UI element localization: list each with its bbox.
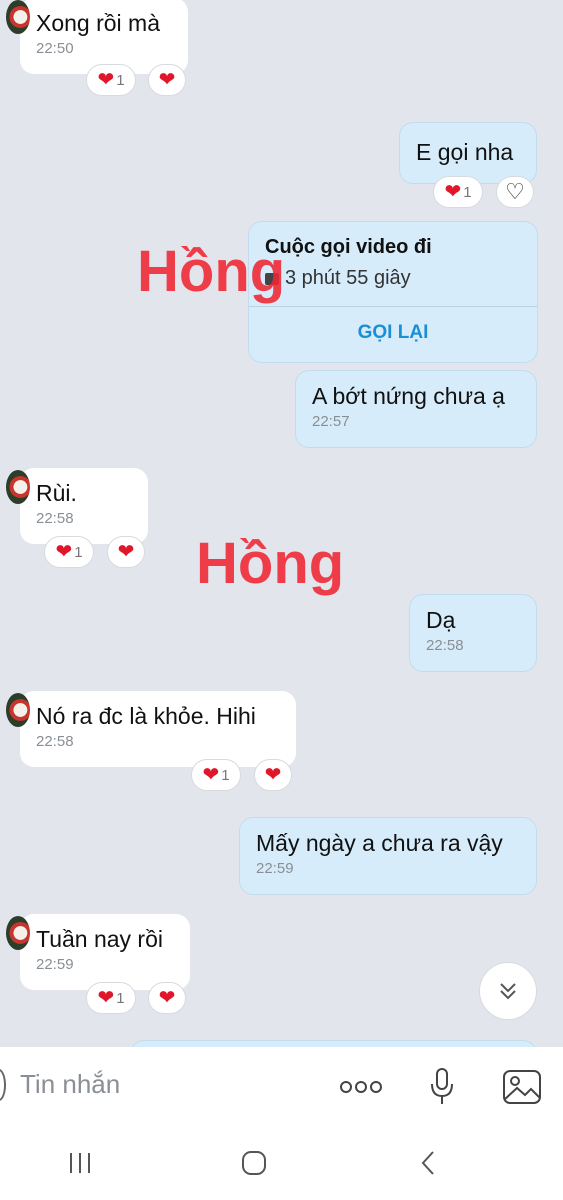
back-icon <box>421 1151 434 1175</box>
heart-icon: ❤ <box>202 764 220 786</box>
callback-button[interactable]: GỌI LẠI <box>249 322 537 344</box>
react-heart-button[interactable]: ❤ <box>148 64 186 96</box>
image-icon <box>503 1070 541 1104</box>
more-icon <box>340 1081 382 1093</box>
message-bubble-outgoing[interactable]: Mấy ngày a chưa ra vậy 22:59 <box>239 817 537 895</box>
message-text: Mấy ngày a chưa ra vậy <box>256 830 503 856</box>
double-chevron-down-icon <box>500 983 516 1000</box>
message-time: 22:57 <box>312 413 350 430</box>
recent-apps-icon <box>70 1153 90 1173</box>
message-text: Rùi. <box>36 480 77 506</box>
react-heart-button[interactable]: ❤ <box>254 759 292 791</box>
call-title: Cuộc gọi video đi <box>265 236 432 258</box>
message-bubble-incoming[interactable]: Rùi. 22:58 <box>6 468 148 544</box>
reaction-count: 1 <box>221 766 230 784</box>
react-heart-button[interactable]: ❤ <box>107 536 145 568</box>
message-input[interactable]: Tin nhắn <box>20 1069 120 1100</box>
heart-icon: ❤ <box>444 181 462 203</box>
react-heart-button[interactable]: ♡ <box>496 176 534 208</box>
heart-icon: ❤ <box>264 764 282 786</box>
reaction-count-badge[interactable]: ❤ 1 <box>44 536 94 568</box>
message-text: Tuần nay rồi <box>36 926 163 952</box>
emoji-button[interactable] <box>0 1069 6 1101</box>
message-input-bar: Tin nhắn <box>0 1047 563 1127</box>
message-time: 22:50 <box>36 40 74 57</box>
reaction-count: 1 <box>116 71 125 89</box>
avatar[interactable] <box>6 0 30 34</box>
call-duration: 3 phút 55 giây <box>265 267 411 290</box>
heart-icon: ❤ <box>117 541 135 563</box>
more-button[interactable] <box>336 1065 386 1109</box>
microphone-icon <box>431 1068 453 1104</box>
message-text: Dạ <box>426 607 456 633</box>
avatar[interactable] <box>6 470 30 504</box>
heart-icon: ❤ <box>55 541 73 563</box>
avatar[interactable] <box>6 693 30 727</box>
message-bubble-incoming[interactable]: Nó ra đc là khỏe. Hihi 22:58 <box>6 691 296 767</box>
message-text: Nó ra đc là khỏe. Hihi <box>36 703 256 729</box>
message-bubble-incoming[interactable]: Xong rồi mà 22:50 <box>6 0 188 74</box>
heart-icon: ❤ <box>158 69 176 91</box>
message-time: 22:58 <box>36 733 74 750</box>
message-time: 22:59 <box>256 860 294 877</box>
reaction-count-badge[interactable]: ❤ 1 <box>86 982 136 1014</box>
voice-button[interactable] <box>424 1065 460 1109</box>
react-heart-button[interactable]: ❤ <box>148 982 186 1014</box>
message-bubble-outgoing[interactable]: E gọi nha <box>399 122 537 184</box>
watermark: Hồng <box>196 531 345 596</box>
watermark: Hồng <box>137 239 286 304</box>
message-time: 22:58 <box>426 637 464 654</box>
reaction-count: 1 <box>116 989 125 1007</box>
heart-icon: ❤ <box>158 987 176 1009</box>
call-duration-text: 3 phút 55 giây <box>285 267 411 289</box>
recent-apps-button[interactable] <box>60 1143 100 1183</box>
reaction-count-badge[interactable]: ❤ 1 <box>433 176 483 208</box>
video-call-card: Cuộc gọi video đi 3 phút 55 giây GỌI LẠI <box>248 221 538 363</box>
home-button[interactable] <box>234 1143 274 1183</box>
system-navigation-bar <box>0 1127 563 1200</box>
divider <box>249 306 537 307</box>
message-time: 22:59 <box>36 956 74 973</box>
heart-icon: ❤ <box>97 69 115 91</box>
scroll-to-bottom-button[interactable] <box>479 962 537 1020</box>
reaction-count-badge[interactable]: ❤ 1 <box>86 64 136 96</box>
heart-outline-icon: ♡ <box>505 179 525 204</box>
message-text: Xong rồi mà <box>36 10 161 36</box>
reaction-count: 1 <box>463 183 472 201</box>
reaction-count-badge[interactable]: ❤ 1 <box>191 759 241 791</box>
image-button[interactable] <box>500 1065 544 1109</box>
message-bubble-outgoing[interactable]: A bớt nứng chưa ạ 22:57 <box>295 370 537 448</box>
home-icon <box>242 1151 266 1175</box>
message-time: 22:58 <box>36 510 74 527</box>
message-bubble-outgoing[interactable]: Dạ 22:58 <box>409 594 537 672</box>
avatar[interactable] <box>6 916 30 950</box>
back-button[interactable] <box>408 1143 448 1183</box>
reaction-count: 1 <box>74 543 83 561</box>
message-bubble-incoming[interactable]: Tuần nay rồi 22:59 <box>6 914 190 990</box>
message-text: A bớt nứng chưa ạ <box>312 383 505 409</box>
heart-icon: ❤ <box>97 987 115 1009</box>
message-text: E gọi nha <box>416 139 514 165</box>
